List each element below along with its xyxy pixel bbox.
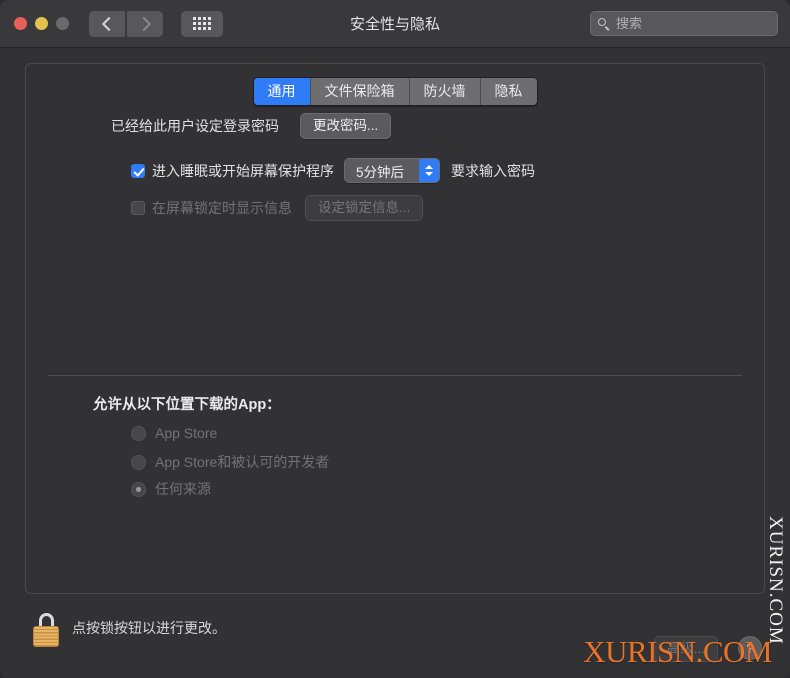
radio-anywhere-label: 任何来源: [155, 481, 211, 497]
search-icon: [598, 17, 610, 30]
show-all-button[interactable]: [181, 10, 223, 37]
tab-firewall[interactable]: 防火墙: [409, 78, 481, 105]
tab-filevault[interactable]: 文件保险箱: [310, 78, 410, 105]
radio-anywhere: [131, 481, 146, 497]
window-titlebar: 安全性与隐私: [0, 0, 790, 48]
back-button[interactable]: [89, 10, 125, 37]
help-button[interactable]: ?: [738, 636, 762, 660]
password-delay-value: 5分钟后: [345, 159, 419, 182]
chevron-right-icon: [136, 16, 151, 31]
login-password-label: 已经给此用户设定登录密码: [111, 118, 279, 134]
require-password-suffix-label: 要求输入密码: [451, 162, 535, 179]
radio-identified-developers: [131, 454, 146, 470]
download-section-title: 允许从以下位置下载的App：: [93, 397, 281, 413]
lock-message-text: 点按锁按钮以进行更改。: [72, 620, 226, 636]
tab-general[interactable]: 通用: [253, 78, 311, 105]
zoom-button-icon: [56, 17, 69, 30]
advanced-button: 高级...: [653, 636, 718, 662]
tab-privacy[interactable]: 隐私: [480, 78, 537, 105]
lock-message-row: 在屏幕锁定时显示信息 设定锁定信息...: [131, 195, 424, 221]
change-password-button[interactable]: 更改密码...: [300, 113, 392, 139]
download-option-identified-developers: App Store和被认可的开发者: [131, 452, 329, 472]
lock-message-checkbox: [131, 201, 145, 215]
close-button-icon[interactable]: [14, 17, 27, 30]
minimize-button-icon[interactable]: [35, 17, 48, 30]
forward-button: [127, 10, 163, 37]
password-delay-popup[interactable]: 5分钟后: [344, 158, 440, 183]
require-password-label: 进入睡眠或开始屏幕保护程序: [152, 162, 334, 179]
window-body: 已经给此用户设定登录密码 更改密码... 进入睡眠或开始屏幕保护程序 5分钟后 …: [0, 48, 790, 678]
chevron-left-icon: [101, 16, 116, 31]
padlock-locked-icon: [31, 613, 61, 647]
tab-bar: 通用 文件保险箱 防火墙 隐私: [0, 77, 790, 106]
download-option-app-store: App Store: [131, 425, 217, 441]
search-field[interactable]: [590, 11, 778, 36]
preferences-window: 安全性与隐私 已经给此用户设定登录密码 更改密码... 进入睡眠或开始屏幕保护程…: [0, 0, 790, 678]
login-password-row: 已经给此用户设定登录密码 更改密码...: [111, 113, 392, 139]
download-section-header: 允许从以下位置下载的App：: [93, 393, 281, 414]
radio-app-store-label: App Store: [155, 425, 218, 441]
download-option-anywhere: 任何来源: [131, 479, 211, 499]
stepper-arrows-icon: [419, 159, 439, 182]
content-panel: 已经给此用户设定登录密码 更改密码... 进入睡眠或开始屏幕保护程序 5分钟后 …: [25, 63, 765, 594]
navigation-buttons: [89, 10, 163, 37]
traffic-lights: [14, 17, 69, 30]
lock-message-label: 在屏幕锁定时显示信息: [152, 200, 292, 216]
require-password-row: 进入睡眠或开始屏幕保护程序 5分钟后 要求输入密码: [131, 158, 535, 183]
window-footer: 点按锁按钮以进行更改。 高级... ?: [0, 593, 790, 678]
show-all-grid-icon: [193, 17, 211, 30]
radio-identified-developers-label: App Store和被认可的开发者: [155, 454, 330, 470]
search-input[interactable]: [616, 16, 770, 31]
require-password-checkbox[interactable]: [131, 163, 145, 178]
lock-button[interactable]: [28, 609, 64, 647]
set-lock-message-button: 设定锁定信息...: [305, 195, 424, 221]
radio-app-store: [131, 425, 146, 441]
section-divider: [48, 375, 742, 376]
